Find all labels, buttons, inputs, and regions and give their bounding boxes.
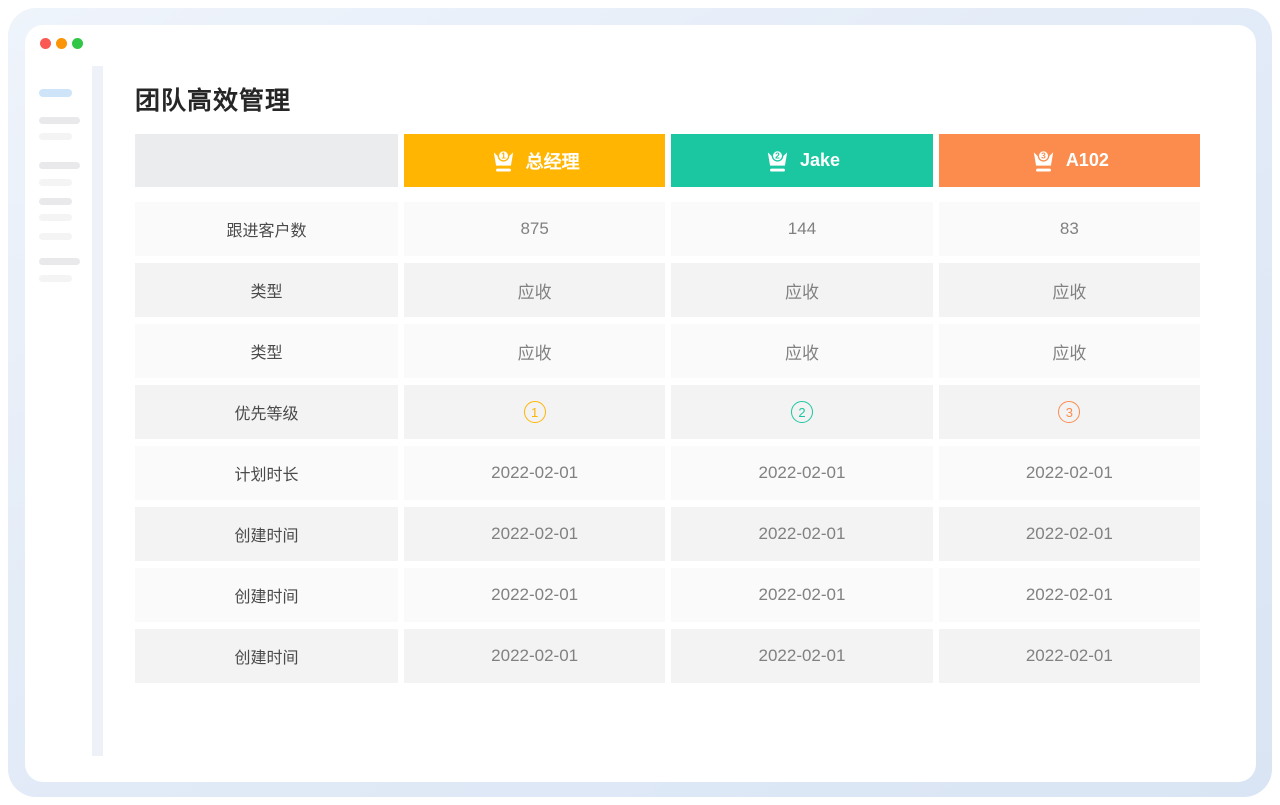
row-label: 计划时长 <box>135 446 398 500</box>
column-header-3[interactable]: 3 A102 <box>939 134 1200 187</box>
table-row: 优先等级 1 2 3 <box>135 385 1200 439</box>
table-cell: 1 <box>404 385 665 439</box>
table-body: 跟进客户数87514483类型应收应收应收类型应收应收应收优先等级123计划时长… <box>135 202 1200 683</box>
table-cell: 应收 <box>404 324 665 378</box>
crown-rank-icon: 1 <box>490 147 517 174</box>
table-cell: 应收 <box>939 263 1200 317</box>
table-cell: 应收 <box>671 263 932 317</box>
row-label: 创建时间 <box>135 629 398 683</box>
priority-badge: 1 <box>524 401 546 423</box>
priority-badge: 3 <box>1058 401 1080 423</box>
team-table: 1总经理2Jake3A102 跟进客户数87514483类型应收应收应收类型应收… <box>135 134 1200 683</box>
window-card: 团队高效管理 1总经理2Jake3A102 跟进客户数87514483类型应收应… <box>25 25 1256 782</box>
table-cell: 应收 <box>404 263 665 317</box>
table-row: 创建时间2022-02-012022-02-012022-02-01 <box>135 629 1200 683</box>
sidebar-skeleton-bar <box>39 214 72 221</box>
sidebar-skeleton-bar <box>39 233 72 240</box>
row-label: 跟进客户数 <box>135 202 398 256</box>
svg-text:1: 1 <box>501 151 506 161</box>
sidebar-item-selected[interactable] <box>39 89 72 97</box>
table-cell: 144 <box>671 202 932 256</box>
row-label: 创建时间 <box>135 568 398 622</box>
table-cell: 应收 <box>939 324 1200 378</box>
table-cell: 2022-02-01 <box>404 507 665 561</box>
row-label: 优先等级 <box>135 385 398 439</box>
sidebar-skeleton-bar <box>39 275 72 282</box>
sidebar-skeleton-bar <box>39 198 72 205</box>
svg-text:3: 3 <box>1041 151 1046 161</box>
table-cell: 2022-02-01 <box>939 507 1200 561</box>
zoom-button[interactable] <box>72 38 83 49</box>
table-cell: 2022-02-01 <box>404 629 665 683</box>
table-corner-cell <box>135 134 398 187</box>
svg-text:2: 2 <box>775 151 780 161</box>
table-cell: 2022-02-01 <box>671 629 932 683</box>
table-header-row: 1 总经理 2 Jake 3 A102 <box>135 134 1200 187</box>
table-cell: 2022-02-01 <box>671 568 932 622</box>
table-cell: 2022-02-01 <box>671 507 932 561</box>
sidebar-skeleton-bar <box>39 179 72 186</box>
table-row: 类型应收应收应收 <box>135 324 1200 378</box>
column-header-label: A102 <box>1066 150 1109 171</box>
table-cell: 875 <box>404 202 665 256</box>
content-divider <box>92 66 103 756</box>
table-cell: 2022-02-01 <box>671 446 932 500</box>
sidebar-skeleton-bar <box>39 117 80 124</box>
table-row: 创建时间2022-02-012022-02-012022-02-01 <box>135 507 1200 561</box>
table-cell: 2022-02-01 <box>939 568 1200 622</box>
column-header-label: Jake <box>800 150 840 171</box>
table-cell: 83 <box>939 202 1200 256</box>
table-cell: 应收 <box>671 324 932 378</box>
table-cell: 3 <box>939 385 1200 439</box>
close-button[interactable] <box>40 38 51 49</box>
sidebar-skeleton-bar <box>39 258 80 265</box>
column-header-label: 总经理 <box>526 148 580 174</box>
column-header-1[interactable]: 1 总经理 <box>404 134 665 187</box>
table-cell: 2022-02-01 <box>939 446 1200 500</box>
row-label: 类型 <box>135 263 398 317</box>
table-row: 类型应收应收应收 <box>135 263 1200 317</box>
table-row: 计划时长2022-02-012022-02-012022-02-01 <box>135 446 1200 500</box>
table-cell: 2022-02-01 <box>404 568 665 622</box>
table-row: 跟进客户数87514483 <box>135 202 1200 256</box>
column-header-2[interactable]: 2 Jake <box>671 134 932 187</box>
row-label: 类型 <box>135 324 398 378</box>
window-controls <box>40 38 83 49</box>
table-cell: 2 <box>671 385 932 439</box>
priority-badge: 2 <box>791 401 813 423</box>
minimize-button[interactable] <box>56 38 67 49</box>
table-cell: 2022-02-01 <box>939 629 1200 683</box>
sidebar-skeleton-bar <box>39 133 72 140</box>
sidebar-skeleton-bar <box>39 162 80 169</box>
row-label: 创建时间 <box>135 507 398 561</box>
table-cell: 2022-02-01 <box>404 446 665 500</box>
page-title: 团队高效管理 <box>135 81 291 117</box>
crown-rank-icon: 2 <box>764 147 791 174</box>
table-row: 创建时间2022-02-012022-02-012022-02-01 <box>135 568 1200 622</box>
crown-rank-icon: 3 <box>1030 147 1057 174</box>
